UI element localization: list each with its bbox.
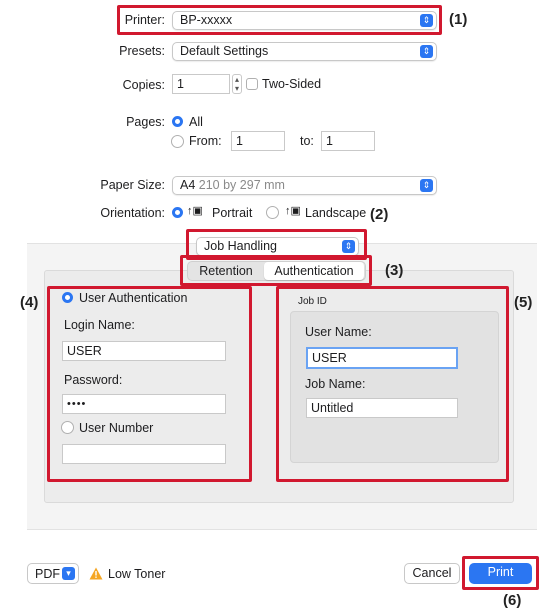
chevron-updown-icon: ⇕ (420, 179, 433, 192)
two-sided-checkbox[interactable] (246, 78, 258, 90)
highlight-print (462, 556, 539, 590)
copies-label: Copies: (122, 78, 165, 92)
callout-1: (1) (449, 11, 468, 28)
landscape-icon: ↑▣ (285, 205, 301, 217)
pages-from-label: From: (189, 134, 222, 148)
landscape-label: Landscape (305, 206, 367, 220)
portrait-icon: ↑▣ (187, 205, 203, 217)
presets-value: Default Settings (180, 44, 269, 58)
pages-to-label: to: (300, 134, 314, 148)
callout-6: (6) (503, 592, 522, 609)
portrait-label: Portrait (212, 206, 253, 220)
highlight-job-id (276, 286, 509, 482)
portrait-radio[interactable] (172, 207, 183, 218)
callout-4: (4) (20, 294, 39, 311)
callout-3: (3) (385, 262, 404, 279)
paper-size-value: A4 (180, 178, 196, 192)
paper-size-popup[interactable]: A4 210 by 297 mm ⇕ (172, 176, 437, 195)
pages-all-label: All (189, 115, 203, 129)
pages-all-radio[interactable] (172, 116, 183, 127)
pages-from-field[interactable]: 1 (231, 131, 285, 151)
warning-icon (89, 567, 103, 580)
chevron-down-icon: ▾ (62, 567, 75, 580)
copies-field[interactable]: 1 (172, 74, 230, 94)
callout-5: (5) (514, 294, 533, 311)
callout-2: (2) (370, 206, 389, 223)
orientation-label: Orientation: (100, 206, 165, 220)
cancel-button[interactable]: Cancel (404, 563, 460, 584)
highlight-tabs (180, 255, 372, 286)
two-sided-label: Two-Sided (262, 77, 322, 91)
highlight-auth (47, 286, 252, 482)
presets-popup[interactable]: Default Settings ⇕ (172, 42, 437, 61)
landscape-radio[interactable] (266, 206, 279, 219)
pages-label: Pages: (126, 115, 165, 129)
pages-to-field[interactable]: 1 (321, 131, 375, 151)
pdf-menu-button[interactable]: PDF ▾ (27, 563, 79, 584)
paper-size-dims: 210 by 297 mm (198, 178, 285, 192)
highlight-printer (117, 5, 442, 35)
copies-stepper[interactable]: ▴ ▾ (232, 74, 242, 94)
pages-from-radio[interactable] (171, 135, 184, 148)
paper-size-label: Paper Size: (100, 178, 165, 192)
presets-label: Presets: (119, 44, 165, 58)
pdf-label: PDF (35, 567, 60, 581)
chevron-updown-icon: ⇕ (420, 45, 433, 58)
low-toner-text: Low Toner (108, 567, 166, 581)
